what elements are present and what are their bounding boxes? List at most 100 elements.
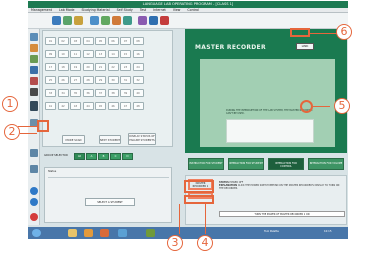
callout-6: 6: [336, 24, 352, 40]
student-key[interactable]: 05: [95, 37, 106, 45]
taskbar-icon[interactable]: [68, 229, 77, 237]
student-key[interactable]: 08: [132, 37, 144, 45]
student-key[interactable]: 19: [70, 63, 81, 71]
group-button[interactable]: C: [110, 153, 121, 160]
student-key[interactable]: 34: [57, 89, 69, 97]
student-key[interactable]: 40: [132, 89, 144, 97]
info-icon[interactable]: [30, 187, 38, 195]
group-button[interactable]: All: [74, 153, 85, 160]
master-recorder-icon[interactable]: [30, 101, 38, 111]
student-key[interactable]: 13: [95, 50, 106, 58]
recorder-device: [226, 119, 314, 143]
student-key[interactable]: 04: [82, 37, 94, 45]
people-icon[interactable]: [74, 16, 83, 25]
student-key[interactable]: 22: [107, 63, 119, 71]
next-student-button[interactable]: NEXT STUDENT: [99, 135, 121, 144]
student-key[interactable]: 20: [82, 63, 94, 71]
help-icon[interactable]: [30, 198, 38, 206]
student-key[interactable]: 26: [57, 76, 69, 84]
power-on-button[interactable]: TURN THE POWER OF MASTER RECORDER 1 ON: [219, 211, 345, 217]
taskbar-clock: 10:15: [324, 230, 332, 233]
group-button[interactable]: A: [86, 153, 97, 160]
student-icon[interactable]: [101, 16, 110, 25]
student-key[interactable]: 36: [82, 89, 94, 97]
callout-2: 2: [4, 124, 20, 140]
student-key[interactable]: 39: [120, 89, 131, 97]
tab-interaction-student[interactable]: INTERACTION FOR STUDENT: [228, 158, 264, 170]
student-key[interactable]: 07: [120, 37, 131, 45]
link-button[interactable]: LINK: [296, 43, 314, 50]
disc-icon[interactable]: [149, 16, 158, 25]
panel-header: Status: [48, 170, 57, 173]
tab-interaction-volume[interactable]: INTERACTION FOR VOLUME: [308, 158, 344, 170]
sidebar-icon[interactable]: [30, 66, 38, 74]
student-key[interactable]: 14: [107, 50, 119, 58]
student-key[interactable]: 09: [45, 50, 56, 58]
highlight-box: [37, 120, 49, 132]
student-key[interactable]: 33: [45, 89, 56, 97]
tab-interaction-control[interactable]: INTERACTION FOR CONTROL: [268, 158, 304, 170]
student-key[interactable]: 31: [120, 76, 131, 84]
student-key[interactable]: 15: [120, 50, 131, 58]
display-failure-button[interactable]: DISPLAY STATUS OF FAILURE STUDENTS: [128, 133, 156, 145]
student-key[interactable]: 24: [132, 63, 144, 71]
student-key[interactable]: 37: [95, 89, 106, 97]
sidebar-icon[interactable]: [30, 55, 38, 63]
student-key[interactable]: 30: [107, 76, 119, 84]
student-key[interactable]: 48: [132, 102, 144, 110]
student-key[interactable]: 29: [95, 76, 106, 84]
student-key[interactable]: 03: [70, 37, 81, 45]
student-key[interactable]: 46: [107, 102, 119, 110]
tab-instructor-student[interactable]: INSTRUCTOR FOR STUDENT: [188, 158, 224, 170]
student-icon[interactable]: [123, 16, 132, 25]
group-button[interactable]: B: [98, 153, 109, 160]
student-key[interactable]: 47: [120, 102, 131, 110]
student-key[interactable]: 32: [132, 76, 144, 84]
taskbar-icon[interactable]: [100, 229, 109, 237]
group-icon[interactable]: [63, 16, 72, 25]
sidebar-icon[interactable]: [30, 77, 38, 85]
student-key[interactable]: 02: [57, 37, 69, 45]
taskbar-icon[interactable]: [118, 229, 127, 237]
tools-icon[interactable]: [138, 16, 147, 25]
monitor-icon[interactable]: [52, 16, 61, 25]
student-key[interactable]: 06: [107, 37, 119, 45]
start-icon[interactable]: [32, 229, 41, 237]
select-student-field[interactable]: SELECT A STUDENT: [85, 198, 135, 206]
student-key[interactable]: 28: [82, 76, 94, 84]
student-key[interactable]: 01: [45, 37, 56, 45]
student-key[interactable]: 12: [82, 50, 94, 58]
callout-1: 1: [2, 96, 18, 112]
student-icon[interactable]: [90, 16, 99, 25]
taskbar-icon[interactable]: [84, 229, 93, 237]
student-key[interactable]: 44: [82, 102, 94, 110]
sidebar-icon[interactable]: [30, 33, 38, 41]
student-key[interactable]: 41: [45, 102, 56, 110]
student-icon[interactable]: [112, 16, 121, 25]
student-key[interactable]: 10: [57, 50, 69, 58]
student-key[interactable]: 17: [45, 63, 56, 71]
student-key[interactable]: 25: [45, 76, 56, 84]
student-key[interactable]: 11: [70, 50, 81, 58]
student-key[interactable]: 16: [132, 50, 144, 58]
sidebar-icon[interactable]: [30, 149, 38, 157]
student-key[interactable]: 45: [95, 102, 106, 110]
student-key[interactable]: 38: [107, 89, 119, 97]
student-key[interactable]: 35: [70, 89, 81, 97]
group-selector-label: GROUP SELECTOR: [44, 154, 68, 157]
leader-line: [310, 33, 337, 34]
stop-icon[interactable]: [160, 16, 169, 25]
taskbar-icon[interactable]: [146, 229, 155, 237]
mode-scan-button[interactable]: MODE SCAN: [62, 135, 85, 144]
student-key[interactable]: 42: [57, 102, 69, 110]
student-key[interactable]: 23: [120, 63, 131, 71]
sidebar-icon[interactable]: [30, 165, 38, 173]
sidebar-icon[interactable]: [30, 88, 38, 96]
group-button[interactable]: D: [122, 153, 133, 160]
student-key[interactable]: 27: [70, 76, 81, 84]
sidebar-icon[interactable]: [30, 44, 38, 52]
student-key[interactable]: 18: [57, 63, 69, 71]
student-key[interactable]: 21: [95, 63, 106, 71]
student-key[interactable]: 43: [70, 102, 81, 110]
power-icon[interactable]: [30, 213, 38, 221]
